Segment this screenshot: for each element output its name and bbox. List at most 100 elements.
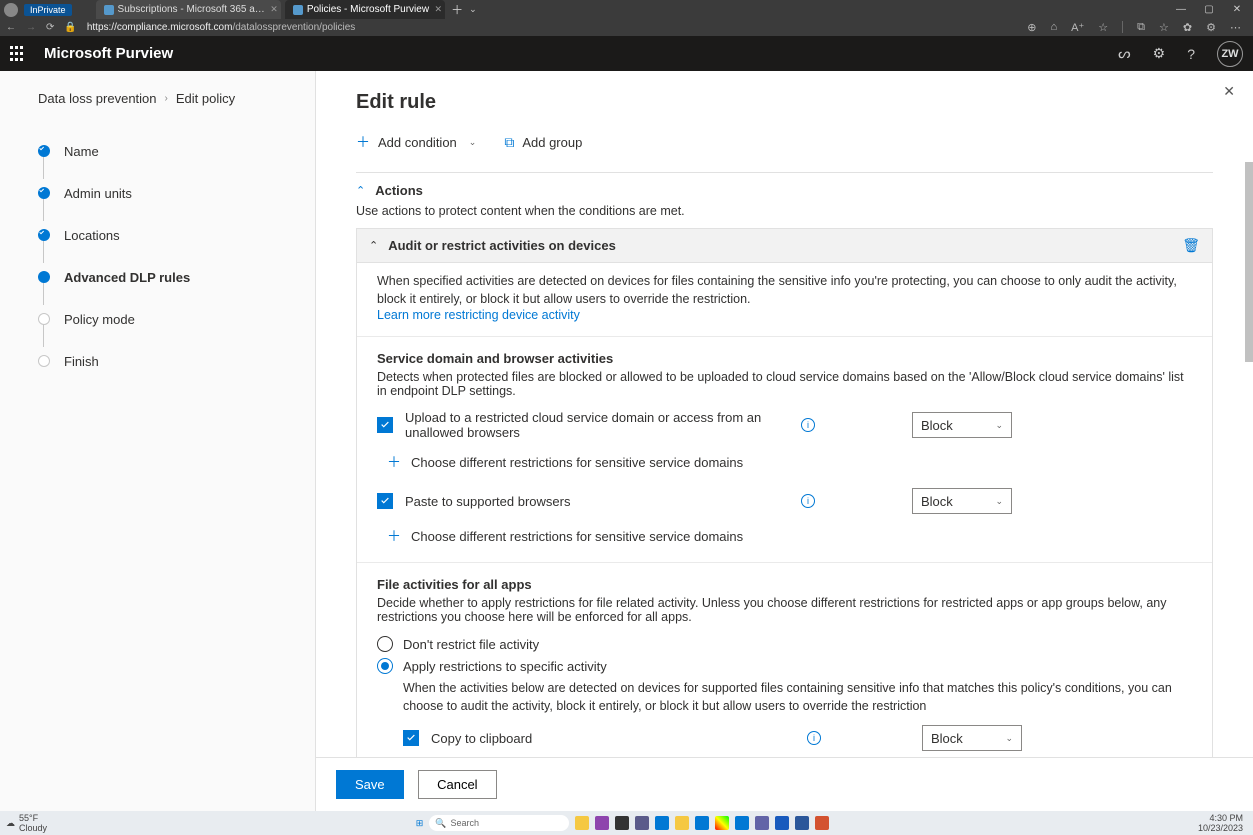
plus-icon: ＋ [387, 526, 401, 546]
chevron-right-icon: › [165, 93, 168, 104]
checkbox-label: Upload to a restricted cloud service dom… [405, 410, 795, 440]
taskbar-app-icon[interactable] [635, 816, 649, 830]
taskbar-app-icon[interactable] [715, 816, 729, 830]
paste-checkbox[interactable] [377, 493, 393, 509]
wizard-step[interactable]: Policy mode [38, 298, 315, 340]
add-group-button[interactable]: ⧉ Add group [504, 134, 582, 151]
upload-checkbox[interactable] [377, 417, 393, 433]
taskbar-app-icon[interactable] [655, 816, 669, 830]
taskbar-app-icon[interactable] [755, 816, 769, 830]
wizard-step[interactable]: Name [38, 130, 315, 172]
learn-more-link[interactable]: Learn more restricting device activity [377, 308, 1192, 322]
close-icon[interactable]: ✕ [270, 4, 278, 15]
plus-icon: ＋ [387, 452, 401, 472]
inprivate-badge: InPrivate [24, 4, 72, 16]
taskbar-app-icon[interactable] [575, 816, 589, 830]
actions-section-header[interactable]: ⌃ Actions [356, 173, 1213, 204]
delete-icon[interactable]: 🗑 [1182, 237, 1200, 254]
collections-icon[interactable]: ⧉ [1137, 21, 1145, 34]
button-label: Choose different restrictions for sensit… [411, 455, 743, 470]
new-tab-button[interactable]: ＋ [451, 1, 463, 18]
button-label: Choose different restrictions for sensit… [411, 529, 743, 544]
clipboard-checkbox[interactable] [403, 730, 419, 746]
taskbar-search[interactable]: 🔍 Search [429, 815, 569, 831]
extensions-icon[interactable]: ✿ [1183, 21, 1192, 34]
step-label: Finish [64, 354, 99, 369]
activity-card-header[interactable]: ⌃ Audit or restrict activities on device… [357, 229, 1212, 263]
favorites-bar-icon[interactable]: ☆ [1159, 21, 1169, 34]
wizard-step[interactable]: Admin units [38, 172, 315, 214]
app-launcher-icon[interactable] [10, 46, 26, 62]
taskbar-app-icon[interactable] [775, 816, 789, 830]
browser-tab[interactable]: Policies - Microsoft Purview ✕ [285, 0, 445, 19]
home-icon[interactable]: ⌂ [1050, 21, 1057, 34]
taskbar-app-icon[interactable] [595, 816, 609, 830]
gear-icon[interactable]: ⚙ [1153, 45, 1166, 62]
taskbar-app-icon[interactable] [675, 816, 689, 830]
subsection-description: Decide whether to apply restrictions for… [377, 596, 1192, 624]
chevron-down-icon: ⌄ [469, 137, 477, 148]
wizard-step[interactable]: Finish [38, 340, 315, 382]
settings-icon[interactable]: ⚙ [1206, 21, 1216, 34]
forward-button[interactable]: → [26, 22, 36, 33]
paste-action-select[interactable]: Block ⌄ [912, 488, 1012, 514]
add-restriction-button[interactable]: ＋ Choose different restrictions for sens… [387, 526, 1192, 546]
clipboard-action-select[interactable]: Block ⌄ [922, 725, 1022, 751]
help-icon[interactable]: ? [1187, 46, 1195, 62]
button-label: Add condition [378, 135, 457, 150]
wizard-step[interactable]: Locations [38, 214, 315, 256]
add-restriction-button[interactable]: ＋ Choose different restrictions for sens… [387, 452, 1192, 472]
address-bar: ← → ⟳ 🔒 https://compliance.microsoft.com… [0, 19, 1253, 36]
taskbar-app-icon[interactable] [615, 816, 629, 830]
info-icon[interactable]: i [807, 731, 821, 745]
plus-icon: ＋ [356, 132, 370, 152]
url-field[interactable]: https://compliance.microsoft.com/datalos… [87, 22, 355, 33]
wizard-step[interactable]: Advanced DLP rules [38, 256, 315, 298]
radio-label: Apply restrictions to specific activity [403, 659, 607, 674]
maximize-button[interactable]: ▢ [1195, 0, 1223, 19]
tab-favicon-icon [104, 5, 114, 15]
zoom-icon[interactable]: ⊕ [1027, 21, 1036, 34]
info-icon[interactable]: i [801, 494, 815, 508]
breadcrumb: Data loss prevention › Edit policy [38, 91, 315, 106]
add-condition-button[interactable]: ＋ Add condition ⌄ [356, 132, 476, 152]
profile-avatar[interactable] [4, 3, 18, 17]
taskbar-app-icon[interactable] [815, 816, 829, 830]
tab-menu-chevron-icon[interactable]: ⌄ [469, 4, 477, 15]
radio-description: When the activities below are detected o… [403, 680, 1192, 715]
site-info-icon[interactable]: 🔒 [64, 22, 76, 33]
upload-action-select[interactable]: Block ⌄ [912, 412, 1012, 438]
button-label: Add group [522, 135, 582, 150]
windows-taskbar: ☁ 55°F Cloudy ⊞ 🔍 Search 4:30 PM 10/23/2… [0, 811, 1253, 835]
close-icon[interactable]: ✕ [435, 4, 443, 15]
flow-icon[interactable]: ᔕ [1118, 45, 1130, 62]
start-button[interactable]: ⊞ [416, 818, 424, 829]
save-button[interactable]: Save [336, 770, 404, 799]
weather-widget[interactable]: ☁ 55°F Cloudy [6, 813, 47, 833]
scrollbar-thumb[interactable] [1245, 162, 1253, 362]
read-aloud-icon[interactable]: A⁺ [1071, 21, 1084, 34]
breadcrumb-link[interactable]: Data loss prevention [38, 91, 157, 106]
chevron-up-icon: ⌃ [356, 184, 365, 197]
cancel-button[interactable]: Cancel [418, 770, 496, 799]
taskbar-app-icon[interactable] [795, 816, 809, 830]
close-button[interactable]: ✕ [1223, 0, 1251, 19]
taskbar-app-icon[interactable] [735, 816, 749, 830]
close-panel-button[interactable]: ✕ [1223, 83, 1235, 100]
user-avatar[interactable]: ZW [1217, 41, 1243, 67]
refresh-button[interactable]: ⟳ [46, 22, 54, 33]
subsection-title: File activities for all apps [377, 577, 1192, 592]
section-title: Actions [375, 183, 423, 198]
taskbar-app-icon[interactable] [695, 816, 709, 830]
back-button[interactable]: ← [6, 22, 16, 33]
favorite-icon[interactable]: ☆ [1098, 21, 1108, 34]
browser-tab[interactable]: Subscriptions - Microsoft 365 a… ✕ [96, 0, 281, 19]
radio-apply-restrictions[interactable]: Apply restrictions to specific activity [377, 658, 1192, 674]
minimize-button[interactable]: — [1167, 0, 1195, 19]
more-icon[interactable]: ⋯ [1230, 21, 1241, 34]
step-current-icon [38, 271, 50, 283]
radio-dont-restrict[interactable]: Don't restrict file activity [377, 636, 1192, 652]
system-tray-clock[interactable]: 4:30 PM 10/23/2023 [1198, 813, 1247, 833]
group-icon: ⧉ [504, 134, 514, 151]
info-icon[interactable]: i [801, 418, 815, 432]
